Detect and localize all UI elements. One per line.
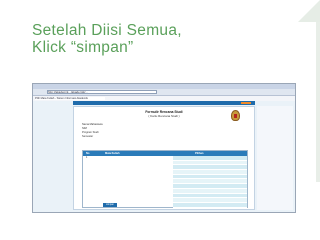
info-key: Semester [82,135,94,138]
course-table: No Mata Kuliah Pilihan 1 simpan [82,150,248,208]
right-gutter [257,106,293,210]
crest-icon [231,110,240,121]
row-number: 1 [86,156,88,159]
list-item[interactable] [173,202,247,208]
student-info: Nama Mahasiswa NIM Program Studi Semeste… [82,123,232,139]
address-input[interactable]: http://akademik.../akademik/... [47,90,157,94]
app-area: Formulir Rencana Studi ( Kartu Rencana S… [33,101,295,212]
browser-screenshot: http://akademik.../akademik/... Pilih Ma… [32,83,296,213]
slide-title: Setelah Diisi Semua, Klick “simpan” [32,22,302,56]
app-header-bar [73,101,255,105]
form-panel: Formulir Rencana Studi ( Kartu Rencana S… [73,106,255,210]
browser-tab[interactable]: Pilih Mata Kuliah - Sistem Informasi Aka… [35,97,105,100]
choice-list [173,156,247,208]
slide-title-line-2: Klick “simpan” [32,39,134,56]
side-decoration [316,22,320,182]
form-subtitle: ( Kartu Rencana Studi ) [148,114,180,118]
corner-decoration [298,0,320,22]
address-bar: http://akademik.../akademik/... [33,89,295,96]
slide-title-line-1: Setelah Diisi Semua, [32,22,182,39]
logout-button[interactable] [241,102,251,104]
save-button[interactable]: simpan [103,203,117,207]
info-row: Semester [82,135,232,139]
